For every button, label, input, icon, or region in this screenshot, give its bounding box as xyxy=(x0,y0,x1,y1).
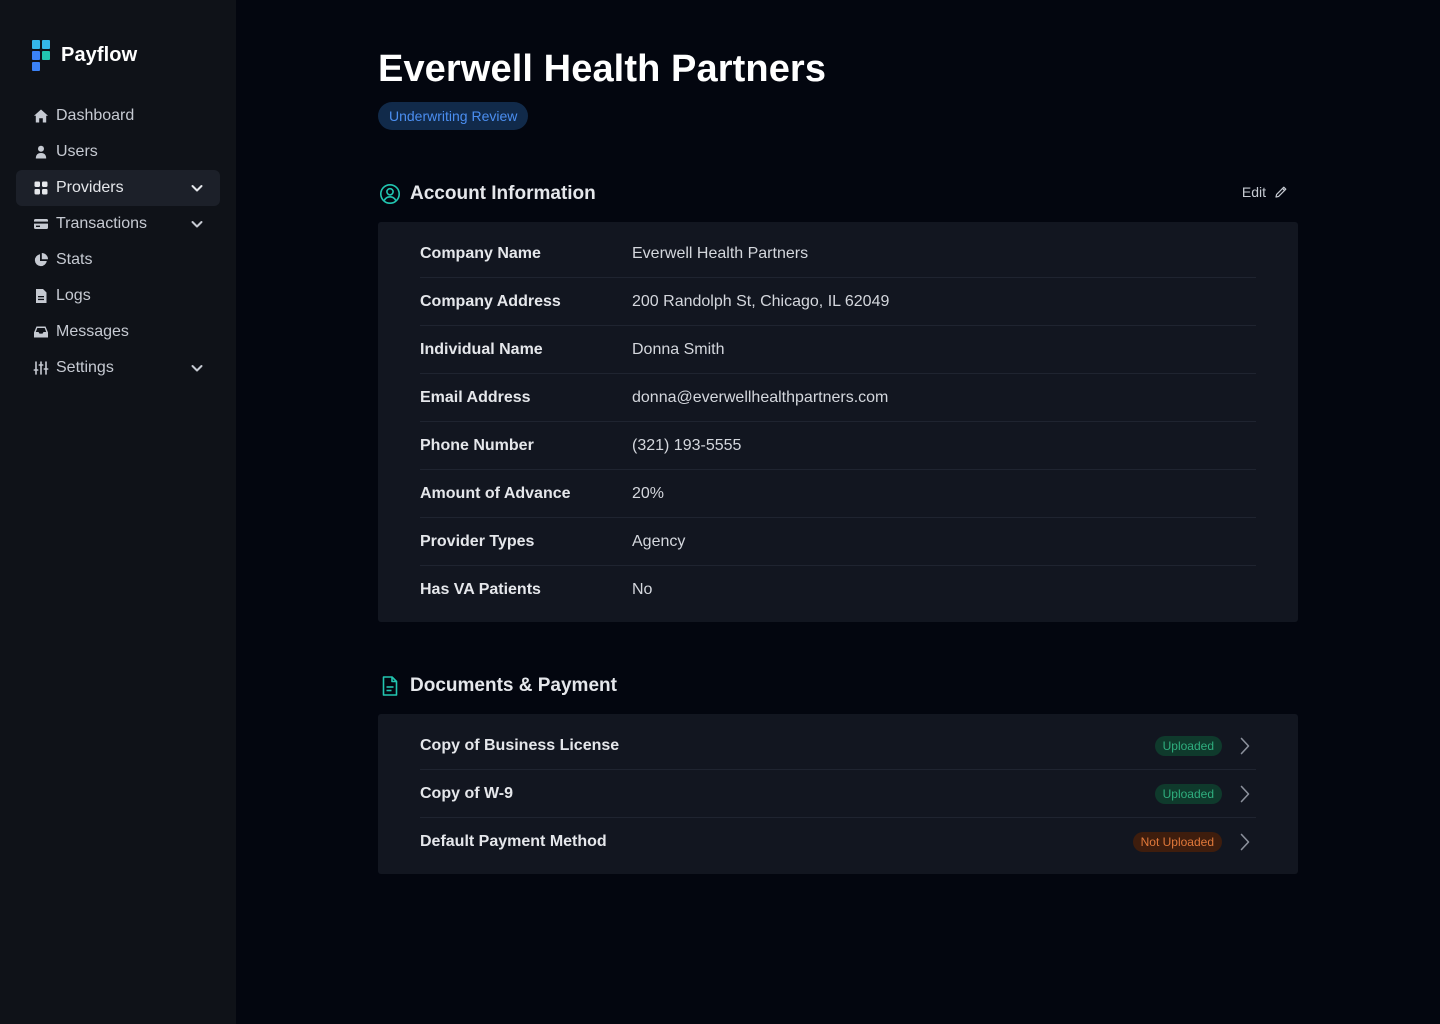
section-title: Documents & Payment xyxy=(410,675,617,696)
sidebar-item-settings[interactable]: Settings xyxy=(16,350,220,386)
info-label: Company Address xyxy=(420,292,561,310)
inbox-icon xyxy=(33,324,49,340)
info-value: (321) 193-5555 xyxy=(632,436,742,454)
info-label: Email Address xyxy=(420,388,531,406)
edit-label: Edit xyxy=(1241,184,1266,200)
info-value: No xyxy=(632,581,653,598)
sidebar-item-dashboard[interactable]: Dashboard xyxy=(16,98,220,134)
document-row-business-license[interactable]: Copy of Business License Uploaded xyxy=(420,722,1256,770)
documents-payment-header: Documents & Payment xyxy=(378,672,1298,700)
status-badge: Uploaded xyxy=(1154,783,1222,804)
chevron-right-icon[interactable] xyxy=(1238,737,1252,755)
sidebar-item-label: Settings xyxy=(56,359,114,376)
document-icon xyxy=(33,288,49,304)
document-label: Default Payment Method xyxy=(420,833,607,850)
info-label: Company Name xyxy=(420,244,541,262)
sidebar-nav: Dashboard Users Providers Transactions S… xyxy=(16,98,220,386)
info-row-email-address: Email Address donna@everwellhealthpartne… xyxy=(420,374,1256,422)
info-value: Agency xyxy=(632,532,686,550)
document-label: Copy of Business License xyxy=(420,736,620,754)
info-row-company-name: Company Name Everwell Health Partners xyxy=(420,230,1256,278)
chevron-right-icon[interactable] xyxy=(1238,785,1252,803)
user-circle-icon xyxy=(380,184,400,204)
app-name: Payflow xyxy=(61,44,138,66)
info-row-phone-number: Phone Number (321) 193-5555 xyxy=(420,422,1256,470)
sidebar-item-logs[interactable]: Logs xyxy=(16,278,220,314)
info-label: Has VA Patients xyxy=(420,581,541,598)
chevron-down-icon[interactable] xyxy=(190,361,204,375)
document-icon xyxy=(382,676,398,696)
info-value: Everwell Health Partners xyxy=(632,244,809,262)
info-value: donna@everwellhealthpartners.com xyxy=(632,388,889,406)
info-value: 200 Randolph St, Chicago, IL 62049 xyxy=(632,292,890,310)
account-information-card: Company Name Everwell Health Partners Co… xyxy=(378,222,1298,622)
account-information-header: Account Information Edit xyxy=(378,180,1298,208)
info-row-provider-types: Provider Types Agency xyxy=(420,518,1256,566)
info-row-company-address: Company Address 200 Randolph St, Chicago… xyxy=(420,278,1256,326)
status-badge: Not Uploaded xyxy=(1132,832,1222,852)
info-label: Phone Number xyxy=(420,436,534,454)
info-label: Provider Types xyxy=(420,532,535,550)
user-icon xyxy=(33,144,49,160)
section-title: Account Information xyxy=(410,183,596,204)
sidebar-item-stats[interactable]: Stats xyxy=(16,242,220,278)
status-badge: Underwriting Review xyxy=(378,102,529,130)
info-label: Individual Name xyxy=(420,340,543,358)
pencil-icon xyxy=(1275,186,1287,198)
sidebar-item-label: Stats xyxy=(56,251,93,268)
info-row-amount-of-advance: Amount of Advance 20% xyxy=(420,470,1256,518)
sidebar-item-providers[interactable]: Providers xyxy=(16,170,220,206)
info-label: Amount of Advance xyxy=(420,484,571,502)
document-row-default-payment-method[interactable]: Default Payment Method Not Uploaded xyxy=(420,818,1256,866)
sidebar-item-label: Transactions xyxy=(56,215,147,232)
home-icon xyxy=(33,108,49,124)
sidebar-item-messages[interactable]: Messages xyxy=(16,314,220,350)
info-value: 20% xyxy=(632,484,665,502)
grid-icon xyxy=(33,180,49,196)
sidebar-item-label: Messages xyxy=(56,323,129,340)
sidebar-item-label: Logs xyxy=(56,287,91,304)
credit-card-icon xyxy=(33,216,49,232)
sliders-icon xyxy=(33,360,49,376)
info-row-individual-name: Individual Name Donna Smith xyxy=(420,326,1256,374)
chevron-down-icon[interactable] xyxy=(190,217,204,231)
pie-chart-icon xyxy=(33,252,49,268)
payflow-logo-icon xyxy=(32,40,52,71)
sidebar-item-label: Users xyxy=(56,143,98,160)
sidebar-item-label: Dashboard xyxy=(56,107,135,124)
chevron-right-icon[interactable] xyxy=(1238,833,1252,851)
page-title: Everwell Health Partners xyxy=(378,48,827,90)
sidebar-item-label: Providers xyxy=(56,179,124,196)
status-badge: Uploaded xyxy=(1154,735,1222,756)
brand[interactable]: Payflow xyxy=(32,40,137,71)
edit-button[interactable]: Edit xyxy=(1242,184,1288,200)
info-row-has-va-patients: Has VA Patients No xyxy=(420,566,1256,614)
document-label: Copy of W-9 xyxy=(420,784,513,802)
chevron-down-icon[interactable] xyxy=(190,181,204,195)
sidebar-item-transactions[interactable]: Transactions xyxy=(16,206,220,242)
sidebar: Payflow Dashboard Users Providers Transa… xyxy=(0,0,236,1024)
document-row-w9[interactable]: Copy of W-9 Uploaded xyxy=(420,770,1256,818)
sidebar-item-users[interactable]: Users xyxy=(16,134,220,170)
documents-payment-card: Copy of Business License Uploaded Copy o… xyxy=(378,714,1298,874)
info-value: Donna Smith xyxy=(632,340,725,358)
